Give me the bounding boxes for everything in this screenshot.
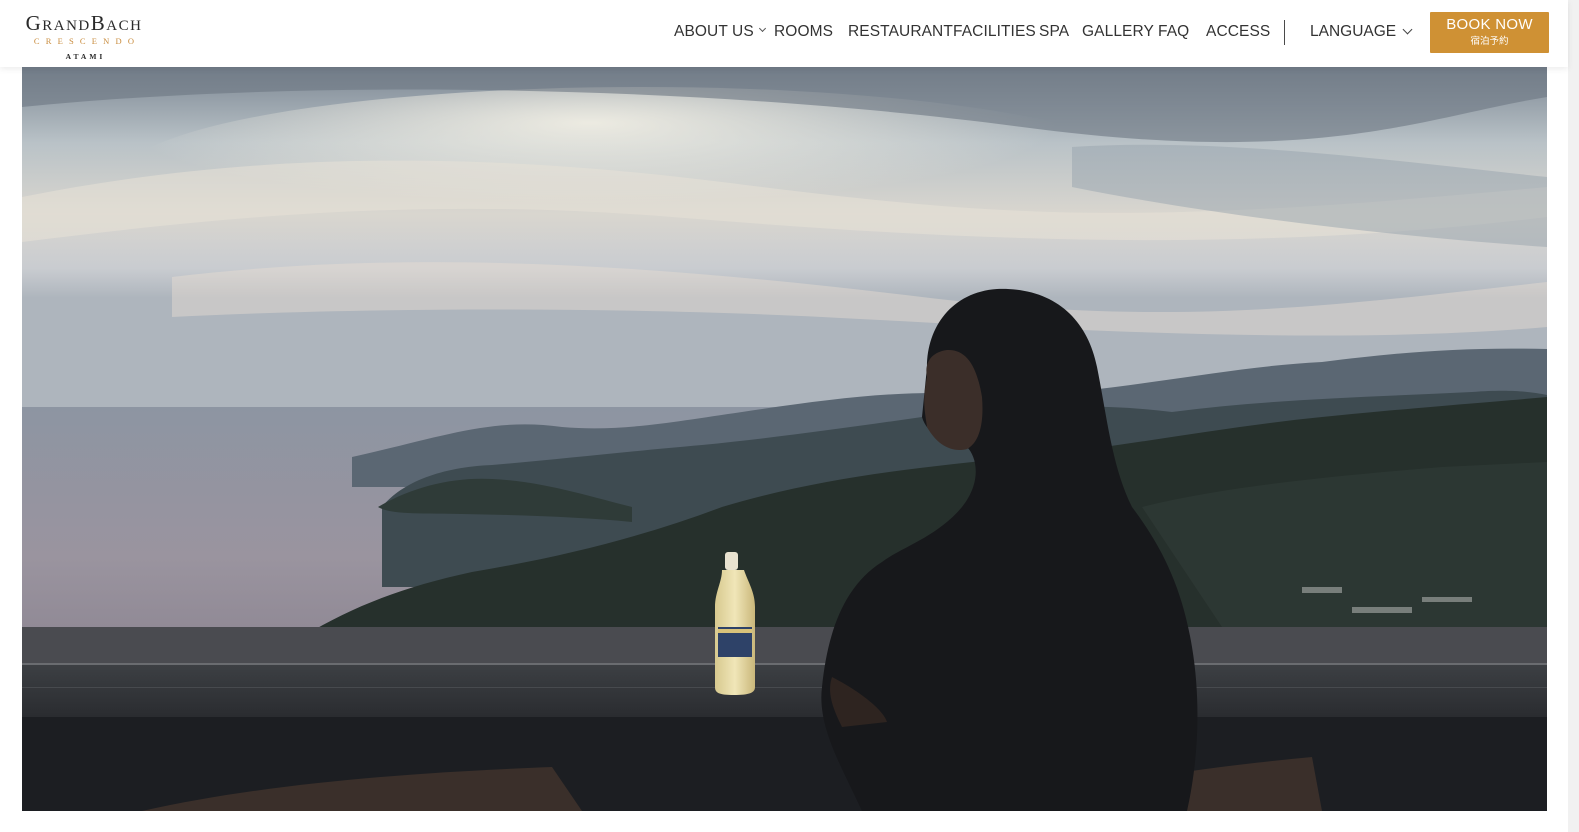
nav-item-spa[interactable]: SPA: [1039, 21, 1069, 43]
nav-item-label: FACILITIES: [953, 23, 1036, 40]
nav-item-facilities[interactable]: FACILITIES: [953, 21, 1036, 43]
nav-item-label: ABOUT US: [674, 23, 754, 40]
chevron-down-icon: [1402, 24, 1413, 35]
language-label: LANGUAGE: [1310, 23, 1397, 40]
nav-item-rooms[interactable]: ROOMS: [774, 21, 833, 43]
nav-item-faq[interactable]: FAQ: [1158, 21, 1189, 43]
hero-photo: [22, 67, 1547, 811]
book-now-button[interactable]: BOOK NOW 宿泊予約: [1430, 12, 1549, 53]
nav-item-label: ROOMS: [774, 23, 834, 40]
nav-item-label: RESTAURANT: [848, 23, 953, 40]
nav-item-gallery[interactable]: GALLERY: [1082, 21, 1154, 43]
chevron-down-icon: [758, 24, 766, 33]
nav-divider: [1284, 20, 1285, 45]
scrollbar[interactable]: [1568, 0, 1579, 832]
site-header: GrandBach CRESCENDO ATAMI ABOUT US ROOMS…: [0, 0, 1568, 67]
main-nav: ABOUT US ROOMS RESTAURANT FACILITIES SPA…: [0, 0, 1568, 67]
nav-item-label: SPA: [1039, 23, 1070, 40]
book-now-sublabel: 宿泊予約: [1470, 36, 1509, 47]
book-now-label: BOOK NOW: [1446, 16, 1533, 33]
nav-item-label: FAQ: [1158, 23, 1190, 40]
nav-item-label: ACCESS: [1206, 23, 1271, 40]
nav-item-access[interactable]: ACCESS: [1206, 21, 1270, 43]
hero-image: [22, 67, 1547, 811]
nav-item-about-us[interactable]: ABOUT US: [674, 21, 766, 43]
language-selector[interactable]: LANGUAGE: [1310, 21, 1413, 43]
nav-item-label: GALLERY: [1082, 23, 1154, 40]
nav-item-restaurant[interactable]: RESTAURANT: [848, 21, 953, 43]
